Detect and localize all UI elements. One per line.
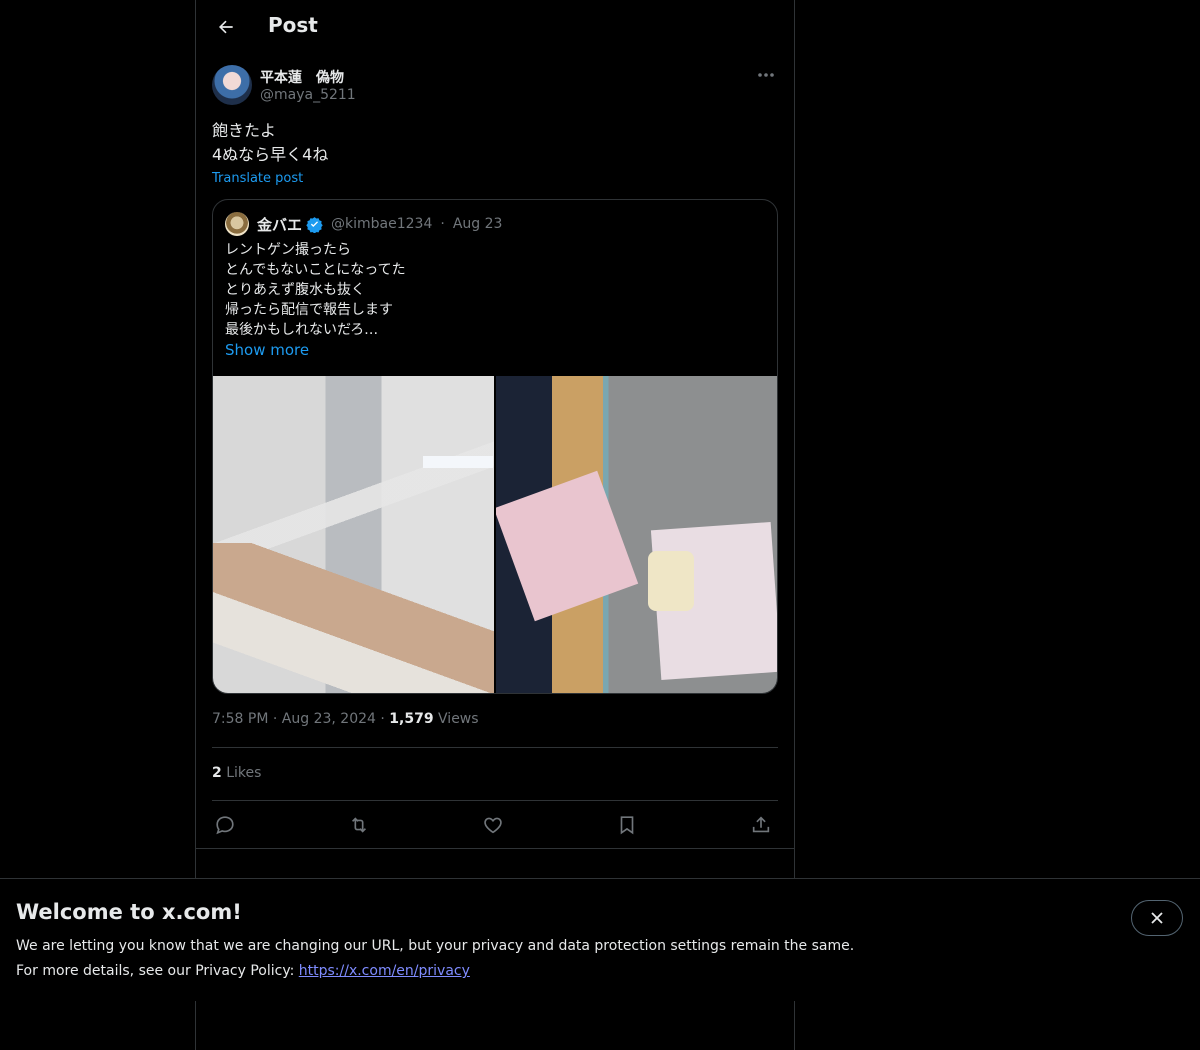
more-options-button[interactable]: [754, 65, 778, 85]
page-title: Post: [268, 13, 318, 37]
media-image-iv-arm[interactable]: [213, 376, 494, 693]
close-banner-button[interactable]: [1131, 900, 1183, 936]
reply-icon: [216, 816, 234, 835]
separator: ·: [380, 711, 385, 727]
divider: [212, 747, 778, 748]
like-button[interactable]: [480, 812, 506, 838]
views-count: 1,579: [389, 711, 434, 727]
translate-post-link[interactable]: Translate post: [212, 171, 303, 186]
share-icon: [752, 816, 770, 833]
post-text-line: 飽きたよ: [212, 121, 277, 140]
repost-button[interactable]: [346, 812, 372, 838]
post-text-line: 4ぬなら早く4ね: [212, 145, 329, 164]
media-image-drain-bottle[interactable]: [496, 376, 777, 693]
privacy-policy-link[interactable]: https://x.com/en/privacy: [299, 963, 470, 979]
views-label: Views: [438, 711, 479, 727]
quoted-text: レントゲン撮ったら とんでもないことになってた とりあえず腹水も抜く 帰ったら配…: [225, 240, 406, 340]
likes-stat[interactable]: 2 Likes: [212, 765, 261, 781]
post-date[interactable]: Aug 23, 2024: [282, 711, 376, 727]
post-metadata: 7:58 PM · Aug 23, 2024 · 1,579 Views: [212, 711, 479, 727]
separator: ·: [272, 711, 278, 727]
quoted-date: Aug 23: [452, 216, 503, 232]
divider: [212, 800, 778, 801]
banner-title: Welcome to x.com!: [16, 900, 242, 924]
banner-line: We are letting you know that we are chan…: [16, 938, 855, 954]
quoted-text-line: 帰ったら配信で報告します: [225, 302, 393, 318]
show-more-link[interactable]: Show more: [225, 341, 309, 359]
avatar[interactable]: [212, 65, 252, 105]
close-icon: [1151, 912, 1163, 924]
like-icon: [484, 817, 502, 834]
banner-line: For more details, see our Privacy Policy…: [16, 959, 854, 984]
back-button[interactable]: [212, 13, 240, 41]
likes-count: 2: [212, 765, 222, 781]
quoted-text-line: とんでもないことになってた: [225, 262, 406, 278]
reply-button[interactable]: [212, 812, 238, 838]
quoted-text-line: 最後かもしれないだろ…: [225, 322, 379, 338]
image-detail: [648, 551, 694, 611]
post-text: 飽きたよ 4ぬなら早く4ね: [212, 119, 328, 167]
share-button[interactable]: [748, 812, 774, 838]
repost-icon: [351, 817, 367, 833]
image-detail: [423, 456, 493, 468]
arrow-left-icon: [219, 20, 233, 34]
page-header: Post: [196, 0, 794, 53]
quoted-post-header: 金バエ @kimbae1234 · Aug 23: [225, 212, 502, 236]
bookmark-button[interactable]: [614, 812, 640, 838]
image-detail: [213, 543, 494, 693]
likes-label: Likes: [226, 765, 262, 781]
quoted-post[interactable]: 金バエ @kimbae1234 · Aug 23 レントゲン撮ったら とんでもな…: [212, 199, 778, 694]
quoted-author-name: 金バエ: [257, 215, 303, 234]
banner-line-prefix: For more details, see our Privacy Policy…: [16, 963, 299, 979]
quoted-author-handle: @kimbae1234: [331, 216, 433, 232]
more-icon: [758, 73, 774, 77]
url-change-banner: Welcome to x.com! We are letting you kno…: [0, 878, 1200, 1001]
author-handle[interactable]: @maya_5211: [260, 87, 356, 103]
quoted-text-line: とりあえず腹水も抜く: [225, 282, 365, 298]
post-actions: [212, 812, 778, 838]
divider: [196, 848, 794, 849]
quoted-text-line: レントゲン撮ったら: [225, 242, 351, 258]
separator: ·: [440, 216, 445, 232]
post-author: 平本蓮 偽物 @maya_5211: [212, 65, 778, 109]
post-time[interactable]: 7:58 PM: [212, 711, 268, 727]
quoted-media: [213, 376, 777, 693]
verified-badge-icon: [306, 216, 323, 233]
bookmark-icon: [620, 816, 634, 835]
banner-text: We are letting you know that we are chan…: [16, 934, 854, 984]
author-name[interactable]: 平本蓮 偽物: [260, 67, 344, 87]
image-detail: [496, 470, 639, 622]
quoted-avatar: [225, 212, 249, 236]
